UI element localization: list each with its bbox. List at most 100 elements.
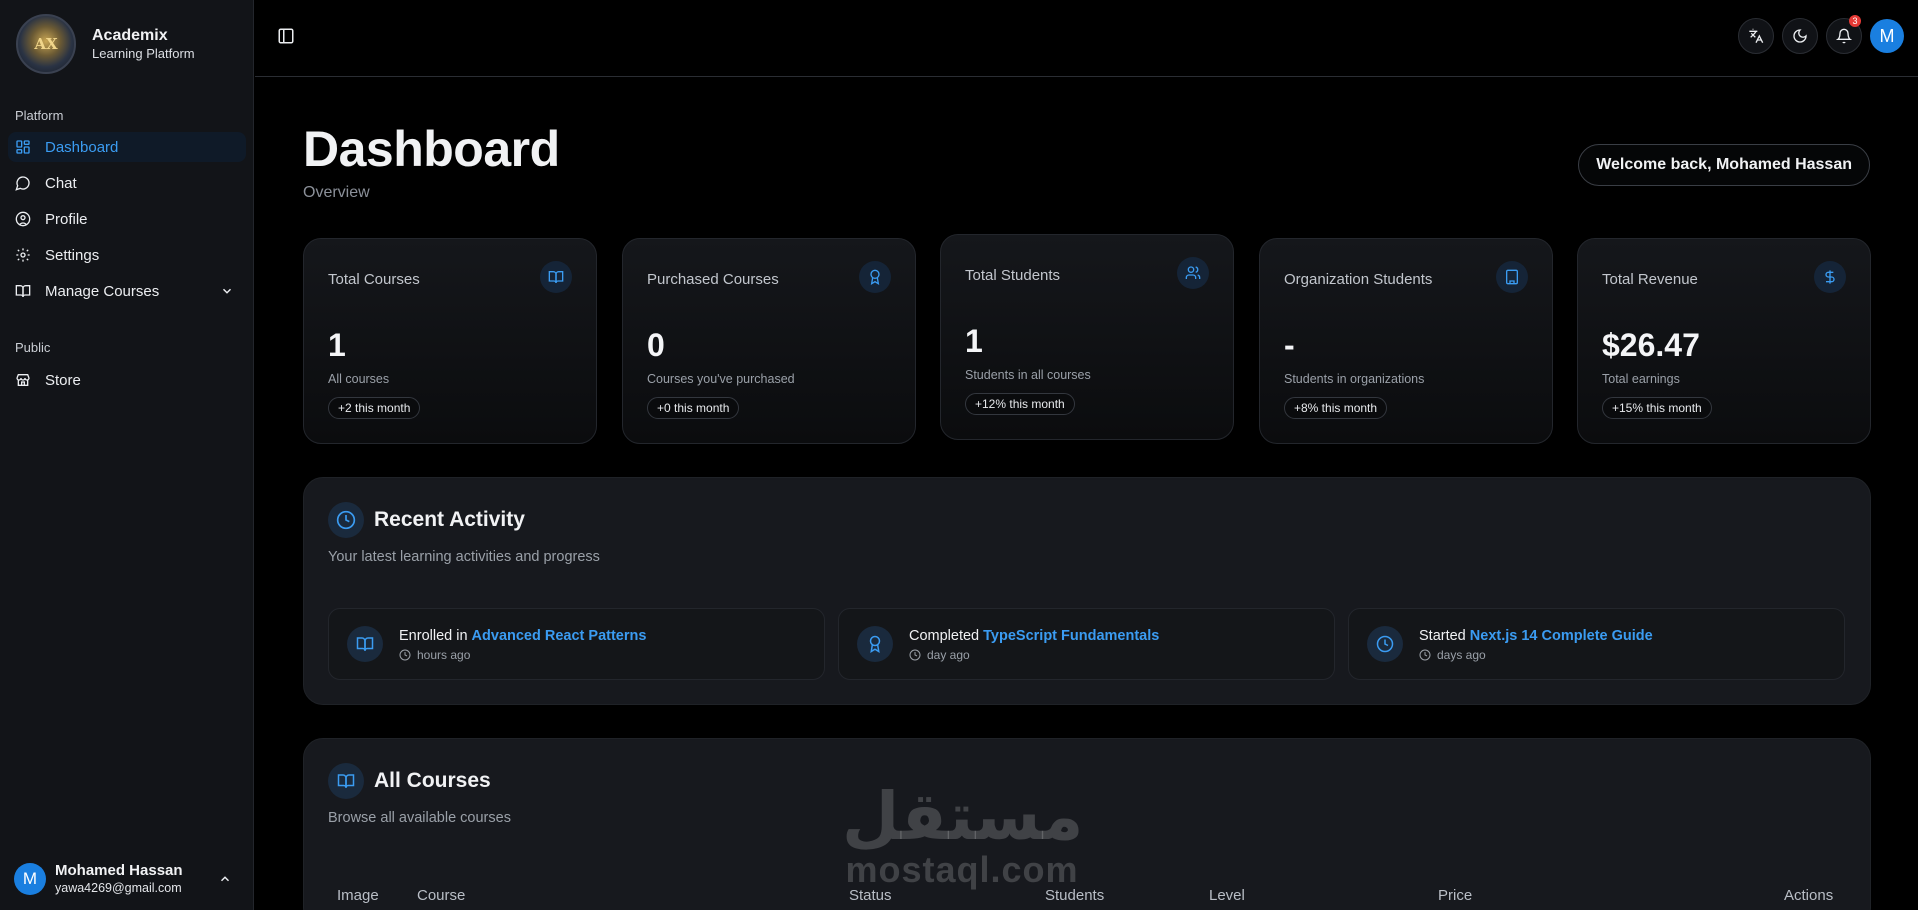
- activity-item[interactable]: Started Next.js 14 Complete Guide days a…: [1348, 608, 1845, 680]
- stat-label: Total Students: [965, 267, 1061, 284]
- platform-nav: Dashboard Chat Profile Settings Manage C…: [8, 132, 246, 312]
- gear-icon: [15, 247, 31, 263]
- chat-icon: [15, 175, 31, 191]
- all-courses-panel: All Courses Browse all available courses…: [303, 738, 1871, 910]
- recent-activity-panel: Recent Activity Your latest learning act…: [303, 477, 1871, 705]
- activity-verb: Completed: [909, 628, 980, 644]
- activity-course-link[interactable]: TypeScript Fundamentals: [983, 628, 1159, 644]
- sidebar-item-label: Manage Courses: [45, 282, 160, 300]
- platform-group-label: Platform: [15, 108, 64, 123]
- sidebar-item-chat[interactable]: Chat: [8, 168, 246, 198]
- bell-icon: [1836, 28, 1852, 44]
- activity-verb: Enrolled in: [399, 628, 468, 644]
- clock-icon: [399, 649, 411, 661]
- stat-description: All courses: [328, 372, 390, 386]
- stat-trend-chip: +2 this month: [328, 397, 421, 419]
- all-courses-title: All Courses: [374, 769, 491, 792]
- column-header-price: Price: [1438, 887, 1473, 904]
- book-icon: [540, 261, 572, 293]
- sidebar-item-profile[interactable]: Profile: [8, 204, 246, 234]
- activity-course-link[interactable]: Next.js 14 Complete Guide: [1470, 628, 1653, 644]
- sidebar-item-label: Chat: [45, 174, 77, 192]
- brand-name: Academix: [92, 27, 168, 44]
- activity-time: day ago: [927, 648, 970, 662]
- watermark-arabic: مستقل: [842, 778, 1084, 855]
- header-avatar[interactable]: M: [1870, 19, 1904, 53]
- stat-trend-chip: +0 this month: [647, 397, 740, 419]
- recent-activity-title: Recent Activity: [374, 508, 525, 531]
- language-button[interactable]: [1738, 18, 1774, 54]
- brand-subtitle: Learning Platform: [92, 46, 195, 61]
- activity-time: hours ago: [417, 648, 471, 662]
- stat-description: Total earnings: [1602, 372, 1680, 386]
- courses-table-header: Image Course Status Students Level Price…: [304, 881, 1870, 910]
- page-subtitle: Overview: [303, 184, 370, 201]
- brand[interactable]: AX Academix Learning Platform: [16, 14, 195, 74]
- stat-trend-chip: +15% this month: [1602, 397, 1712, 419]
- avatar: M: [14, 863, 46, 895]
- stat-label: Total Courses: [328, 271, 420, 288]
- clock-icon: [1419, 649, 1431, 661]
- stat-card-total-courses: Total Courses 1 All courses +2 this mont…: [303, 238, 597, 444]
- dashboard-icon: [15, 139, 31, 155]
- clock-icon: [909, 649, 921, 661]
- all-courses-subtitle: Browse all available courses: [328, 810, 511, 826]
- stat-label: Organization Students: [1284, 271, 1433, 288]
- stat-trend-chip: +12% this month: [965, 393, 1075, 415]
- stat-description: Students in organizations: [1284, 372, 1425, 386]
- stat-trend-chip: +8% this month: [1284, 397, 1388, 419]
- store-icon: [15, 372, 31, 388]
- translate-icon: [1749, 28, 1764, 43]
- recent-activity-subtitle: Your latest learning activities and prog…: [328, 549, 600, 565]
- sidebar-toggle-button[interactable]: [277, 27, 295, 45]
- column-header-course: Course: [417, 887, 466, 904]
- stat-value: $26.47: [1602, 327, 1700, 363]
- users-icon: [1177, 257, 1209, 289]
- notifications-button[interactable]: 3: [1826, 15, 1862, 54]
- sidebar-item-label: Profile: [45, 210, 88, 228]
- building-icon: [1496, 261, 1528, 293]
- page-title: Dashboard: [303, 121, 560, 177]
- stat-card-total-students: Total Students 1 Students in all courses…: [940, 234, 1234, 440]
- sidebar-item-label: Settings: [45, 246, 100, 264]
- stat-value: 1: [328, 327, 346, 363]
- chevron-up-icon: [218, 872, 232, 886]
- activity-course-link[interactable]: Advanced React Patterns: [472, 628, 647, 644]
- sidebar-item-settings[interactable]: Settings: [8, 240, 246, 270]
- public-nav: Store: [8, 365, 246, 401]
- stat-card-organization-students: Organization Students - Students in orga…: [1259, 238, 1553, 444]
- award-icon: [859, 261, 891, 293]
- chevron-down-icon: [220, 284, 234, 298]
- activity-item[interactable]: Enrolled in Advanced React Patterns hour…: [328, 608, 825, 680]
- stat-label: Purchased Courses: [647, 271, 779, 288]
- stat-description: Students in all courses: [965, 368, 1091, 382]
- clock-icon: [1367, 626, 1403, 662]
- profile-icon: [15, 211, 31, 227]
- activity-item[interactable]: Completed TypeScript Fundamentals day ag…: [838, 608, 1335, 680]
- sidebar-item-manage-courses[interactable]: Manage Courses: [8, 276, 246, 306]
- stat-label: Total Revenue: [1602, 271, 1698, 288]
- sidebar-item-label: Dashboard: [45, 138, 119, 156]
- book-icon: [347, 626, 383, 662]
- stat-card-purchased-courses: Purchased Courses 0 Courses you've purch…: [622, 238, 916, 444]
- brand-logo: AX: [16, 14, 76, 74]
- sidebar-item-dashboard[interactable]: Dashboard: [8, 132, 246, 162]
- public-group-label: Public: [15, 340, 51, 355]
- notification-badge: 3: [1849, 15, 1861, 27]
- sidebar: AX Academix Learning Platform Platform D…: [0, 0, 254, 910]
- stat-description: Courses you've purchased: [647, 372, 795, 386]
- user-menu[interactable]: M Mohamed Hassan yawa4269@gmail.com: [14, 862, 240, 896]
- moon-icon: [1793, 29, 1807, 43]
- stat-value: 1: [965, 323, 983, 359]
- column-header-image: Image: [337, 887, 379, 904]
- top-bar: 3 M: [255, 0, 1918, 77]
- welcome-badge: Welcome back, Mohamed Hassan: [1578, 144, 1870, 186]
- book-icon: [328, 763, 364, 799]
- stat-card-total-revenue: Total Revenue $26.47 Total earnings +15%…: [1577, 238, 1871, 444]
- column-header-actions: Actions: [1784, 887, 1834, 904]
- sidebar-item-store[interactable]: Store: [8, 365, 246, 395]
- theme-toggle-button[interactable]: [1782, 18, 1818, 54]
- award-icon: [857, 626, 893, 662]
- dollar-icon: [1814, 261, 1846, 293]
- column-header-level: Level: [1209, 887, 1245, 904]
